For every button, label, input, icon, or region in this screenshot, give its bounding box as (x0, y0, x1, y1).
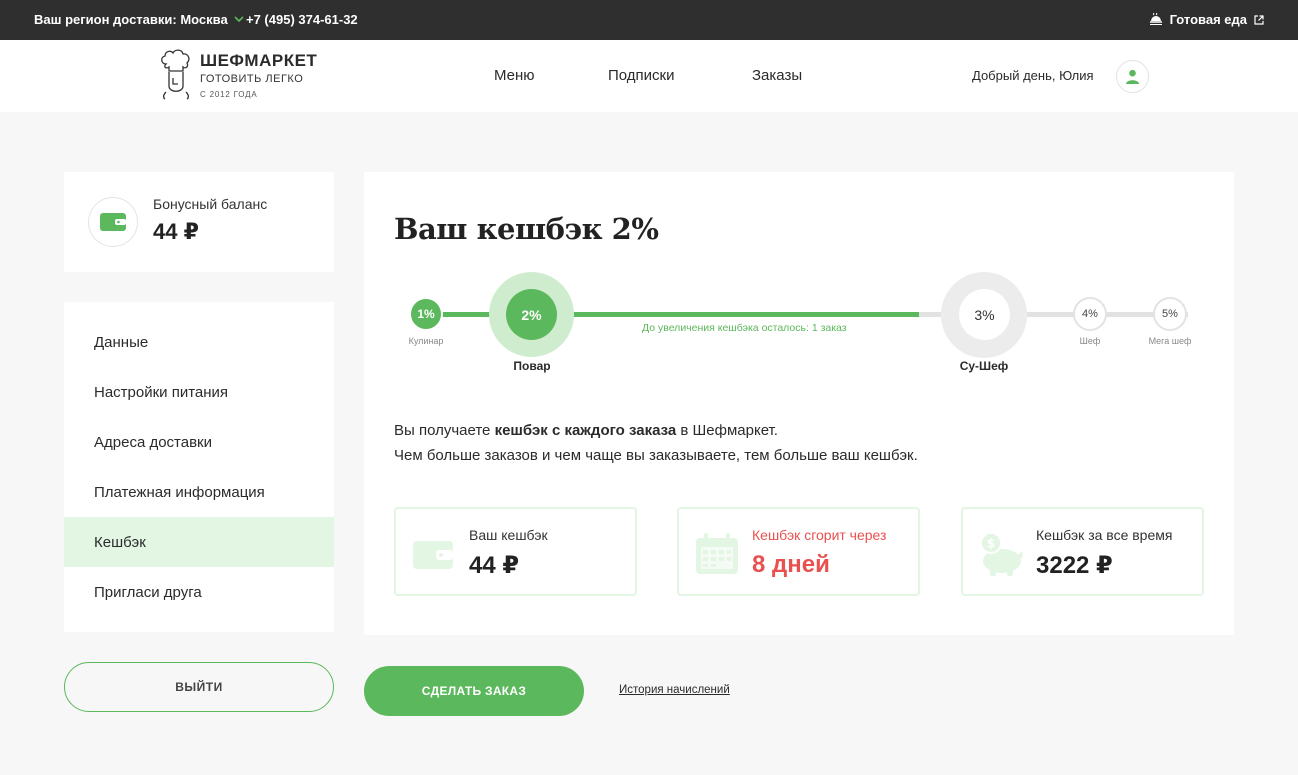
account-menu: Данные Настройки питания Адреса доставки… (64, 302, 334, 632)
level-1-marker: 1% (409, 297, 443, 331)
menu-item-data[interactable]: Данные (64, 317, 334, 367)
description-line-2: Чем больше заказов и чем чаще вы заказыв… (394, 447, 918, 464)
remaining-orders-text: До увеличения кешбэка осталось: 1 заказ (642, 322, 847, 334)
chef-logo-icon (161, 49, 190, 100)
phone-link[interactable]: +7 (495) 374-61-32 (246, 12, 358, 27)
accrual-history-link[interactable]: История начислений (619, 684, 730, 696)
level-4-marker: 4% (1073, 297, 1107, 331)
level-1-name: Кулинар (408, 336, 444, 346)
site-header: ШЕФМАРКЕТ ГОТОВИТЬ ЛЕГКО С 2012 ГОДА Мен… (0, 40, 1298, 112)
nav-subscriptions[interactable]: Подписки (608, 67, 675, 84)
logo-since: С 2012 ГОДА (200, 90, 258, 99)
calendar-icon (696, 533, 738, 574)
menu-item-invite-friend[interactable]: Пригласи друга (64, 567, 334, 617)
stat-value: 44 ₽ (469, 552, 520, 579)
level-4-name: Шеф (1079, 336, 1101, 346)
stat-value: 3222 ₽ (1036, 552, 1113, 579)
menu-item-cashback[interactable]: Кешбэк (64, 517, 334, 567)
region-label: Ваш регион доставки: Москва (34, 12, 228, 27)
level-3-name: Су-Шеф (959, 359, 1009, 373)
logout-button[interactable]: ВЫЙТИ (64, 662, 334, 712)
external-link-icon (1254, 14, 1264, 25)
bonus-icon-circle (88, 197, 138, 247)
stat-cashback-expires: Кешбэк сгорит через 8 дней (677, 507, 920, 596)
top-bar: Ваш регион доставки: Москва +7 (495) 374… (0, 0, 1298, 40)
stat-value: 8 дней (752, 551, 830, 578)
level-2-name: Повар (513, 359, 551, 373)
cashback-card: Ваш кешбэк 2% 1% Кулинар 2% Повар До уве… (364, 172, 1234, 635)
logo[interactable]: ШЕФМАРКЕТ ГОТОВИТЬ ЛЕГКО С 2012 ГОДА (158, 48, 317, 100)
dish-icon (1149, 13, 1162, 25)
stat-label: Ваш кешбэк (469, 527, 548, 543)
chevron-down-icon (234, 16, 244, 23)
user-icon (1126, 69, 1139, 84)
stat-label: Кешбэк сгорит через (752, 527, 887, 543)
nav-menu[interactable]: Меню (494, 67, 535, 84)
avatar[interactable] (1116, 60, 1149, 93)
page-title: Ваш кешбэк 2% (394, 212, 659, 246)
logo-brand: ШЕФМАРКЕТ (200, 51, 318, 70)
level-3-marker: 3% (959, 289, 1010, 340)
menu-item-delivery-addresses[interactable]: Адреса доставки (64, 417, 334, 467)
make-order-button[interactable]: СДЕЛАТЬ ЗАКАЗ (364, 666, 584, 716)
wallet-icon (100, 213, 126, 231)
level-5-name: Мега шеф (1148, 336, 1192, 346)
piggy-bank-icon: $ (980, 532, 1023, 576)
stat-total-cashback: $ Кешбэк за все время 3222 ₽ (961, 507, 1204, 596)
level-2-marker: 2% (506, 289, 557, 340)
bonus-label: Бонусный баланс (153, 196, 268, 212)
ready-food-link[interactable]: Готовая еда (1149, 12, 1264, 27)
stat-your-cashback: Ваш кешбэк 44 ₽ (394, 507, 637, 596)
bonus-balance-card: Бонусный баланс 44 ₽ (64, 172, 334, 272)
region-selector[interactable]: Ваш регион доставки: Москва (34, 12, 244, 27)
level-5-marker: 5% (1153, 297, 1187, 331)
description-line-1: Вы получаете кешбэк с каждого заказа в Ш… (394, 422, 778, 439)
menu-item-nutrition-settings[interactable]: Настройки питания (64, 367, 334, 417)
ready-food-label: Готовая еда (1169, 12, 1247, 27)
menu-item-payment-info[interactable]: Платежная информация (64, 467, 334, 517)
logo-tagline: ГОТОВИТЬ ЛЕГКО (200, 73, 304, 85)
bonus-value: 44 ₽ (153, 219, 199, 244)
cashback-description: Вы получаете кешбэк с каждого заказа в Ш… (394, 418, 918, 468)
wallet-icon (413, 541, 453, 569)
stat-label: Кешбэк за все время (1036, 527, 1173, 543)
svg-text:$: $ (987, 537, 995, 551)
nav-orders[interactable]: Заказы (752, 67, 802, 84)
user-greeting: Добрый день, Юлия (972, 68, 1094, 83)
